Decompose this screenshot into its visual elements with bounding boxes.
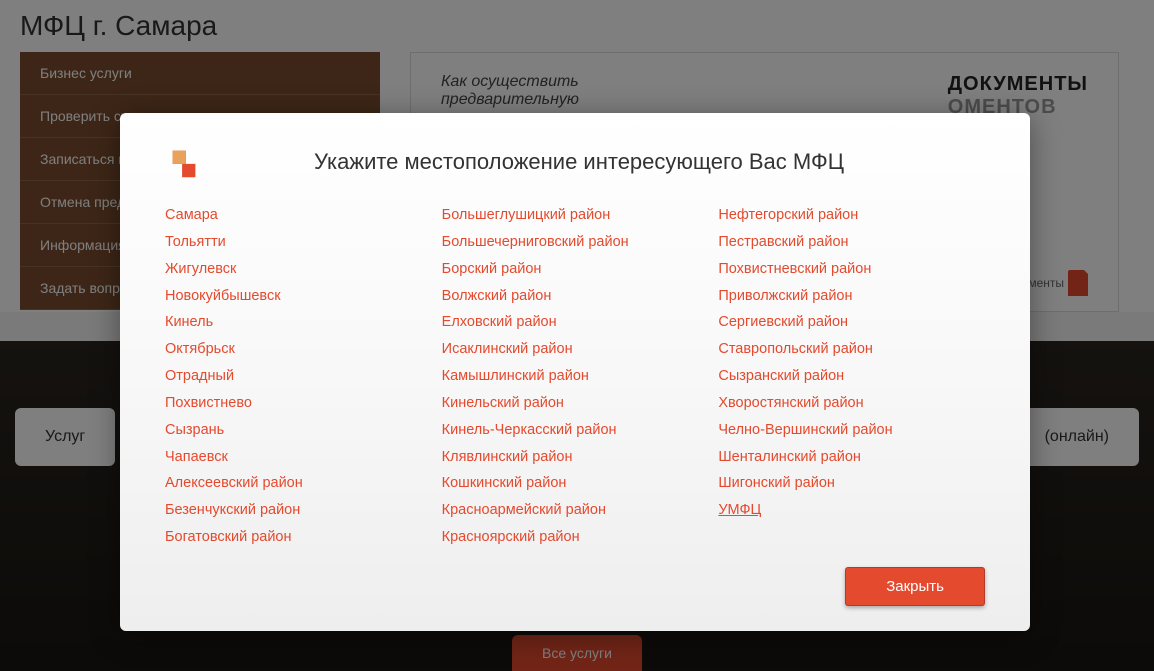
location-col-3: Нефтегорский район Пестравский район Пох… [718, 206, 985, 547]
loc-link[interactable]: Богатовский район [165, 528, 432, 547]
mfc-logo-icon [165, 143, 203, 181]
loc-link[interactable]: Камышлинский район [442, 367, 709, 386]
location-columns: Самара Тольятти Жигулевск Новокуйбышевск… [165, 206, 985, 547]
loc-link[interactable]: Похвистневский район [718, 260, 985, 279]
loc-link[interactable]: Октябрьск [165, 340, 432, 359]
loc-link[interactable]: Красноармейский район [442, 501, 709, 520]
loc-link[interactable]: Похвистнево [165, 394, 432, 413]
loc-link[interactable]: Алексеевский район [165, 474, 432, 493]
loc-link[interactable]: Кинель [165, 313, 432, 332]
loc-link[interactable]: Чапаевск [165, 448, 432, 467]
loc-link[interactable]: Клявлинский район [442, 448, 709, 467]
loc-link[interactable]: Кинельский район [442, 394, 709, 413]
loc-link[interactable]: Пестравский район [718, 233, 985, 252]
loc-link[interactable]: Тольятти [165, 233, 432, 252]
loc-link[interactable]: Красноярский район [442, 528, 709, 547]
loc-link[interactable]: Шенталинский район [718, 448, 985, 467]
loc-link[interactable]: Большечерниговский район [442, 233, 709, 252]
modal-title: Укажите местоположение интересующего Вас… [223, 149, 985, 175]
loc-link[interactable]: Исаклинский район [442, 340, 709, 359]
modal-overlay[interactable]: Укажите местоположение интересующего Вас… [0, 0, 1154, 671]
loc-link[interactable]: Шигонский район [718, 474, 985, 493]
loc-link[interactable]: Кинель-Черкасский район [442, 421, 709, 440]
location-modal: Укажите местоположение интересующего Вас… [120, 113, 1030, 631]
loc-link[interactable]: Хворостянский район [718, 394, 985, 413]
loc-link[interactable]: Отрадный [165, 367, 432, 386]
location-col-1: Самара Тольятти Жигулевск Новокуйбышевск… [165, 206, 432, 547]
loc-link[interactable]: Нефтегорский район [718, 206, 985, 225]
close-button[interactable]: Закрыть [845, 567, 985, 606]
loc-link[interactable]: Елховский район [442, 313, 709, 332]
loc-link[interactable]: Приволжский район [718, 287, 985, 306]
loc-link[interactable]: Ставропольский район [718, 340, 985, 359]
loc-link-umfc[interactable]: УМФЦ [718, 501, 985, 520]
loc-link[interactable]: Кошкинский район [442, 474, 709, 493]
loc-link[interactable]: Новокуйбышевск [165, 287, 432, 306]
loc-link[interactable]: Самара [165, 206, 432, 225]
loc-link[interactable]: Волжский район [442, 287, 709, 306]
location-col-2: Большеглушицкий район Большечерниговский… [442, 206, 709, 547]
loc-link[interactable]: Сызранский район [718, 367, 985, 386]
loc-link[interactable]: Большеглушицкий район [442, 206, 709, 225]
loc-link[interactable]: Жигулевск [165, 260, 432, 279]
loc-link[interactable]: Сергиевский район [718, 313, 985, 332]
loc-link[interactable]: Борский район [442, 260, 709, 279]
loc-link[interactable]: Сызрань [165, 421, 432, 440]
loc-link[interactable]: Безенчукский район [165, 501, 432, 520]
loc-link[interactable]: Челно-Вершинский район [718, 421, 985, 440]
